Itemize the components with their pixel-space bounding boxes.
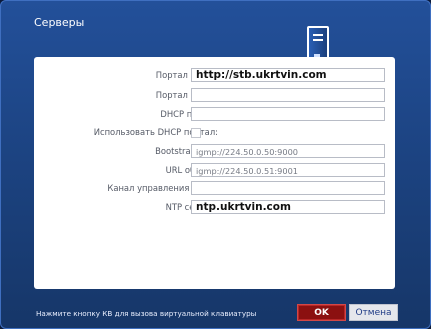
control-channel-field[interactable]: [191, 181, 385, 195]
dialog-title: Серверы: [34, 16, 85, 29]
form-row-control-channel: Канал управления (URL):: [34, 181, 395, 197]
form-row-ntp: NTP сервер: ntp.ukrtvin.com: [34, 200, 395, 216]
bootstrap-url-field[interactable]: igmp://224.50.0.50:9000: [191, 144, 385, 158]
image-url-field[interactable]: igmp://224.50.0.51:9001: [191, 163, 385, 177]
cancel-button[interactable]: Отмена: [349, 304, 398, 321]
form-row-use-dhcp: Использовать DHCP портал:: [34, 125, 395, 141]
form-row-image-url: URL образа: igmp://224.50.0.51:9001: [34, 163, 395, 179]
settings-panel: Портал 1 URL: http://stb.ukrtvin.com Пор…: [34, 57, 395, 289]
form-row-portal1: Портал 1 URL: http://stb.ukrtvin.com: [34, 68, 395, 84]
keyboard-hint: Нажмите кнопку КВ для вызова виртуальной…: [36, 309, 257, 318]
dhcp-portal-field[interactable]: [191, 107, 385, 121]
ok-button[interactable]: OK: [297, 304, 346, 321]
servers-dialog: Серверы Портал 1 URL: http://stb.ukrtvin…: [0, 0, 431, 329]
portal2-url-field[interactable]: [191, 88, 385, 102]
portal1-url-field[interactable]: http://stb.ukrtvin.com: [191, 68, 385, 82]
form-row-dhcp-portal: DHCP портал: [34, 107, 395, 123]
form-row-portal2: Портал 2 URL:: [34, 88, 395, 104]
use-dhcp-checkbox[interactable]: [191, 128, 201, 138]
form-row-bootstrap: Bootstrap URL: igmp://224.50.0.50:9000: [34, 144, 395, 160]
ntp-server-field[interactable]: ntp.ukrtvin.com: [191, 200, 385, 214]
